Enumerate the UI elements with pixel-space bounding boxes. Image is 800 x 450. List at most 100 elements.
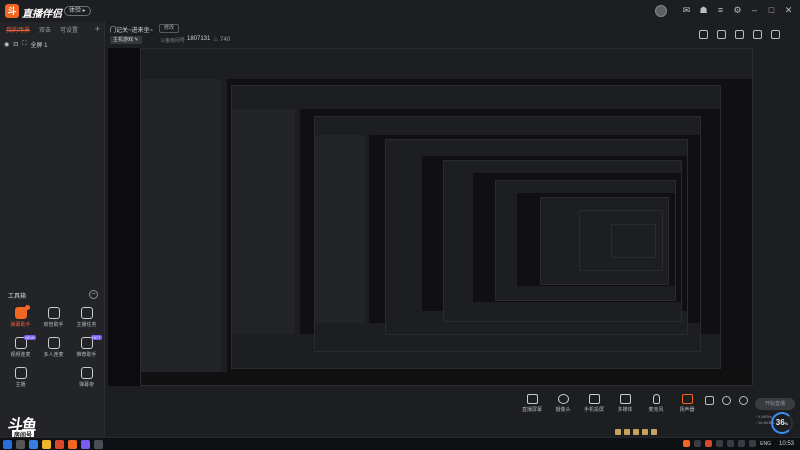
tool-anchor-tasks[interactable]: 主播任务 (70, 307, 103, 328)
app-icon[interactable] (94, 440, 103, 449)
performance-gauge[interactable]: 36% (771, 412, 793, 434)
heat-count: ♨ 740 (213, 37, 231, 43)
tool-grid: 弹幕助手 房管助手 主播任务 NEW 视频连麦 多人连麦 HOT 推荐助手 主播… (4, 305, 104, 388)
heat-value: 740 (220, 37, 231, 43)
room-id-label: 斗鱼房间号 (160, 38, 186, 44)
settings-icon[interactable] (739, 396, 748, 405)
language-indicator[interactable]: ENG (760, 441, 771, 447)
tool-label: 推荐助手 (76, 352, 97, 358)
right-sidebar (753, 48, 800, 386)
tool-label: 主播任务 (76, 322, 97, 328)
thumb[interactable] (651, 429, 657, 435)
minimize-icon[interactable]: – (749, 5, 760, 16)
version-badge[interactable]: 体验 ▸ (64, 6, 91, 16)
douyu-icon[interactable] (68, 440, 77, 449)
thumb[interactable] (615, 429, 621, 435)
danmu-icon (14, 305, 30, 319)
share-icon[interactable] (771, 30, 780, 39)
layout-icon[interactable] (699, 30, 708, 39)
tab-my-scenes[interactable]: 我的场景 (6, 25, 31, 34)
picture-icon (14, 367, 27, 379)
add-scene-button[interactable]: + (95, 24, 100, 34)
mail-icon[interactable]: ✉ (681, 5, 692, 16)
scene-tabs: 我的场景 双击 可设置 (0, 22, 104, 34)
tray-icon[interactable] (694, 440, 702, 447)
app-icon[interactable] (81, 440, 90, 449)
monitor-icon (526, 394, 538, 404)
tool-label: 手机投屏 (583, 407, 604, 413)
eye-icon[interactable]: ◉ (4, 41, 9, 48)
tool-multi-link[interactable]: 多人连麦 (37, 337, 70, 358)
camera-button[interactable]: 摄像头 (552, 394, 574, 413)
tool-room-admin[interactable]: 房管助手 (37, 307, 70, 328)
nested-frame-9 (611, 223, 657, 258)
tray-icon[interactable] (716, 440, 724, 447)
stream-title: 门记关~进来坐~ (110, 28, 154, 34)
moon-icon (80, 367, 93, 379)
volume-icon[interactable] (749, 440, 757, 447)
video-link-icon: NEW (14, 335, 36, 349)
bottom-toolbar: 直播屏幕 摄像头 手机投屏 多媒体 麦克风 扬声器 开始直播 ↑ 4.8KB/s… (105, 386, 800, 437)
lock-icon[interactable] (717, 30, 726, 39)
source-tools: 直播屏幕 摄像头 手机投屏 多媒体 麦克风 扬声器 (521, 394, 698, 413)
phone-cast-button[interactable]: 手机投屏 (583, 394, 605, 413)
edit-title-button[interactable]: 修改 (159, 24, 180, 33)
microphone-icon (652, 394, 660, 404)
record-icon[interactable] (705, 396, 714, 405)
tool-night[interactable]: 弹幕夜 (70, 367, 103, 388)
tool-blank[interactable] (37, 367, 70, 388)
camera-icon (557, 394, 569, 404)
tray-icon[interactable] (705, 440, 713, 447)
wifi-icon[interactable] (738, 440, 746, 447)
clock[interactable]: 10:53 (779, 441, 794, 447)
tab-scene-3[interactable]: 可设置 (60, 25, 78, 34)
app-icon[interactable] (55, 440, 64, 449)
avatar[interactable] (655, 5, 667, 17)
tab-scene-2[interactable]: 双击 (39, 25, 51, 34)
tool-label: 视频连麦 (10, 352, 31, 358)
category-chip[interactable]: 主机游戏 ✎ (110, 36, 142, 44)
tool-anchor[interactable]: 主播 (4, 367, 37, 388)
thumb[interactable] (624, 429, 630, 435)
source-name: 全屏 1 (30, 43, 48, 49)
tool-danmu-assistant[interactable]: 弹幕助手 (4, 305, 37, 328)
close-icon[interactable]: ✕ (783, 5, 794, 16)
media-button[interactable]: 多媒体 (614, 394, 636, 413)
lock-icon[interactable]: ⊡ (13, 41, 18, 48)
preview-canvas[interactable] (108, 48, 753, 386)
settings-icon[interactable]: ⚙ (732, 5, 743, 16)
collapse-icon[interactable]: – (89, 290, 98, 299)
category-label: 主机游戏 (113, 37, 134, 43)
speaker-icon (681, 394, 693, 404)
menu-icon[interactable]: ≡ (715, 5, 726, 16)
folder-icon[interactable] (42, 440, 51, 449)
tool-label: 弹幕夜 (78, 382, 94, 388)
thumb[interactable] (642, 429, 648, 435)
microphone-button[interactable]: 麦克风 (645, 394, 667, 413)
eye-icon[interactable] (722, 396, 731, 405)
start-icon[interactable] (3, 440, 12, 449)
user-shield-icon (47, 307, 60, 319)
maximize-icon[interactable]: □ (766, 5, 777, 16)
screen-capture-button[interactable]: 直播屏幕 (521, 394, 543, 413)
tray-icon[interactable] (727, 440, 735, 447)
tool-recommend[interactable]: HOT 推荐助手 (70, 335, 103, 358)
app-name: 直播伴侣 (22, 9, 62, 20)
tray-icon[interactable] (683, 440, 691, 447)
tool-label: 弹幕助手 (10, 322, 31, 328)
start-live-button[interactable]: 开始直播 (755, 398, 795, 410)
cast-icon[interactable] (735, 30, 744, 39)
source-item[interactable]: ◉ ⊡ ⛶ 全屏 1 (4, 40, 100, 49)
app-logo: 斗 (5, 4, 19, 18)
app-window: 斗 直播伴侣 体验 ▸ ✉ ☗ ≡ ⚙ – □ ✕ 我的场景 双击 可设置 + … (0, 0, 800, 448)
edge-icon[interactable] (29, 440, 38, 449)
bottom-right-icons (705, 396, 748, 405)
tool-video-link[interactable]: NEW 视频连麦 (4, 335, 37, 358)
speaker-button[interactable]: 扬声器 (676, 394, 698, 413)
notification-icon[interactable] (753, 30, 762, 39)
search-icon[interactable] (16, 440, 25, 449)
tool-label: 主播 (15, 382, 26, 388)
thumb[interactable] (633, 429, 639, 435)
tool-label: 直播屏幕 (521, 407, 542, 413)
shirt-icon[interactable]: ☗ (698, 5, 709, 16)
